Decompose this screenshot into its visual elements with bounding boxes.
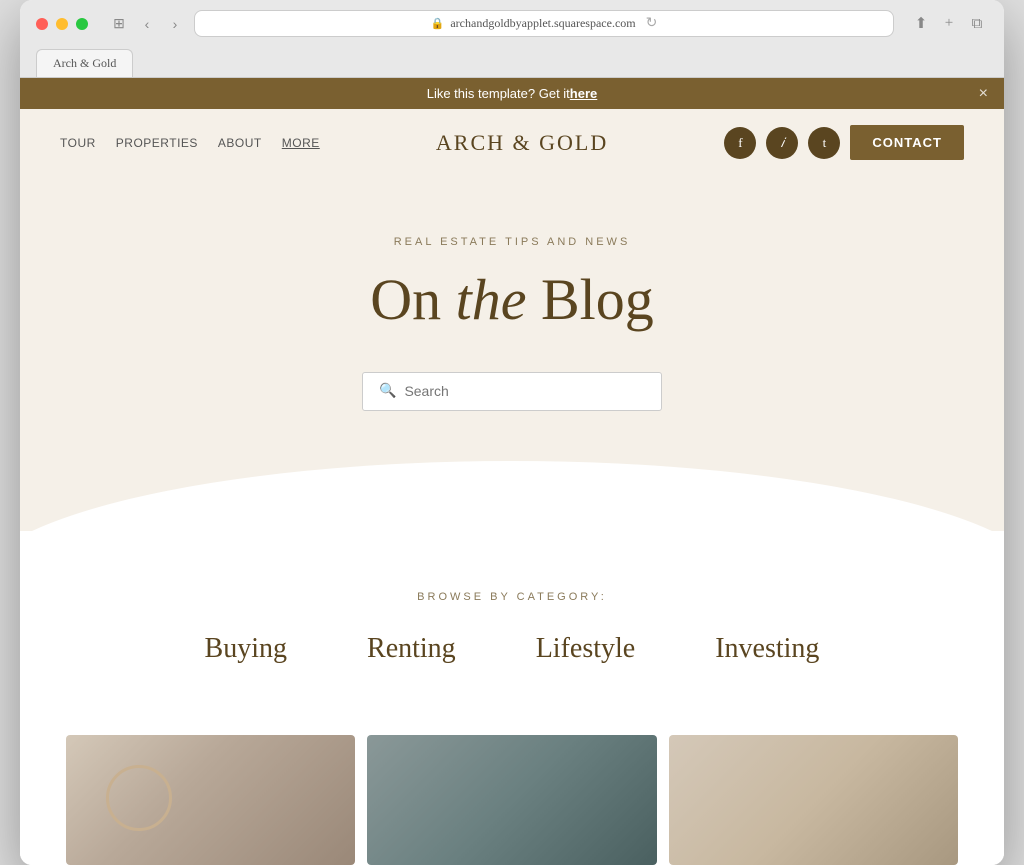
- nav-links: TOUR PROPERTIES ABOUT MORE: [60, 136, 320, 150]
- url-text: archandgoldbyapplet.squarespace.com: [450, 16, 635, 31]
- hero-title-plain2: Blog: [526, 267, 653, 332]
- blog-images-row: [20, 705, 1004, 865]
- category-lifestyle[interactable]: Lifestyle: [536, 633, 636, 665]
- hero-title-plain1: On: [370, 267, 455, 332]
- hero-subtitle: REAL ESTATE TIPS AND NEWS: [60, 236, 964, 248]
- minimize-button[interactable]: [56, 18, 68, 30]
- search-input[interactable]: [404, 383, 645, 399]
- categories-section: BROWSE BY CATEGORY: Buying Renting Lifes…: [20, 531, 1004, 705]
- lock-icon: 🔒: [431, 17, 445, 30]
- nav-properties[interactable]: PROPERTIES: [116, 136, 198, 150]
- nav-more[interactable]: MORE: [282, 136, 320, 150]
- nav-about[interactable]: ABOUT: [218, 136, 262, 150]
- browse-label: BROWSE BY CATEGORY:: [60, 591, 964, 603]
- announcement-bar: Like this template? Get it here ×: [20, 78, 1004, 109]
- tabs-icon[interactable]: ⧉: [966, 13, 988, 35]
- facebook-icon[interactable]: f: [724, 127, 756, 159]
- blog-image-3[interactable]: [669, 735, 958, 865]
- nav-tour[interactable]: TOUR: [60, 136, 96, 150]
- category-renting[interactable]: Renting: [367, 633, 456, 665]
- blog-image-2[interactable]: [367, 735, 656, 865]
- hero-section: REAL ESTATE TIPS AND NEWS On the Blog 🔍: [20, 176, 1004, 531]
- hero-title-italic: the: [456, 267, 527, 332]
- fullscreen-button[interactable]: [76, 18, 88, 30]
- website-content: Like this template? Get it here × TOUR P…: [20, 78, 1004, 865]
- browser-chrome: ⊞ ‹ › 🔒 archandgoldbyapplet.squarespace.…: [20, 0, 1004, 78]
- announcement-close[interactable]: ×: [979, 85, 988, 103]
- blog-image-1[interactable]: [66, 735, 355, 865]
- announcement-link[interactable]: here: [570, 86, 597, 101]
- hero-title: On the Blog: [60, 268, 964, 332]
- new-tab-icon[interactable]: +: [938, 13, 960, 35]
- categories-list: Buying Renting Lifestyle Investing: [60, 633, 964, 665]
- back-button[interactable]: ‹: [136, 13, 158, 35]
- browser-tab[interactable]: Arch & Gold: [36, 49, 133, 77]
- sidebar-toggle[interactable]: ⊞: [108, 13, 130, 35]
- share-icon[interactable]: ⬆: [910, 13, 932, 35]
- category-buying[interactable]: Buying: [205, 633, 287, 665]
- forward-button[interactable]: ›: [164, 13, 186, 35]
- twitter-icon[interactable]: t: [808, 127, 840, 159]
- refresh-icon[interactable]: ↻: [646, 15, 658, 32]
- close-button[interactable]: [36, 18, 48, 30]
- contact-button[interactable]: CONTACT: [850, 125, 964, 160]
- instagram-icon[interactable]: 𝑖: [766, 127, 798, 159]
- category-investing[interactable]: Investing: [715, 633, 819, 665]
- nav-right: f 𝑖 t CONTACT: [724, 125, 964, 160]
- site-nav: TOUR PROPERTIES ABOUT MORE ARCH & GOLD f…: [20, 109, 1004, 176]
- browser-window: ⊞ ‹ › 🔒 archandgoldbyapplet.squarespace.…: [20, 0, 1004, 865]
- address-bar[interactable]: 🔒 archandgoldbyapplet.squarespace.com ↻: [194, 10, 894, 37]
- search-icon: 🔍: [379, 383, 396, 400]
- site-logo: ARCH & GOLD: [436, 130, 608, 156]
- search-bar: 🔍: [362, 372, 662, 411]
- announcement-text: Like this template? Get it: [427, 86, 570, 101]
